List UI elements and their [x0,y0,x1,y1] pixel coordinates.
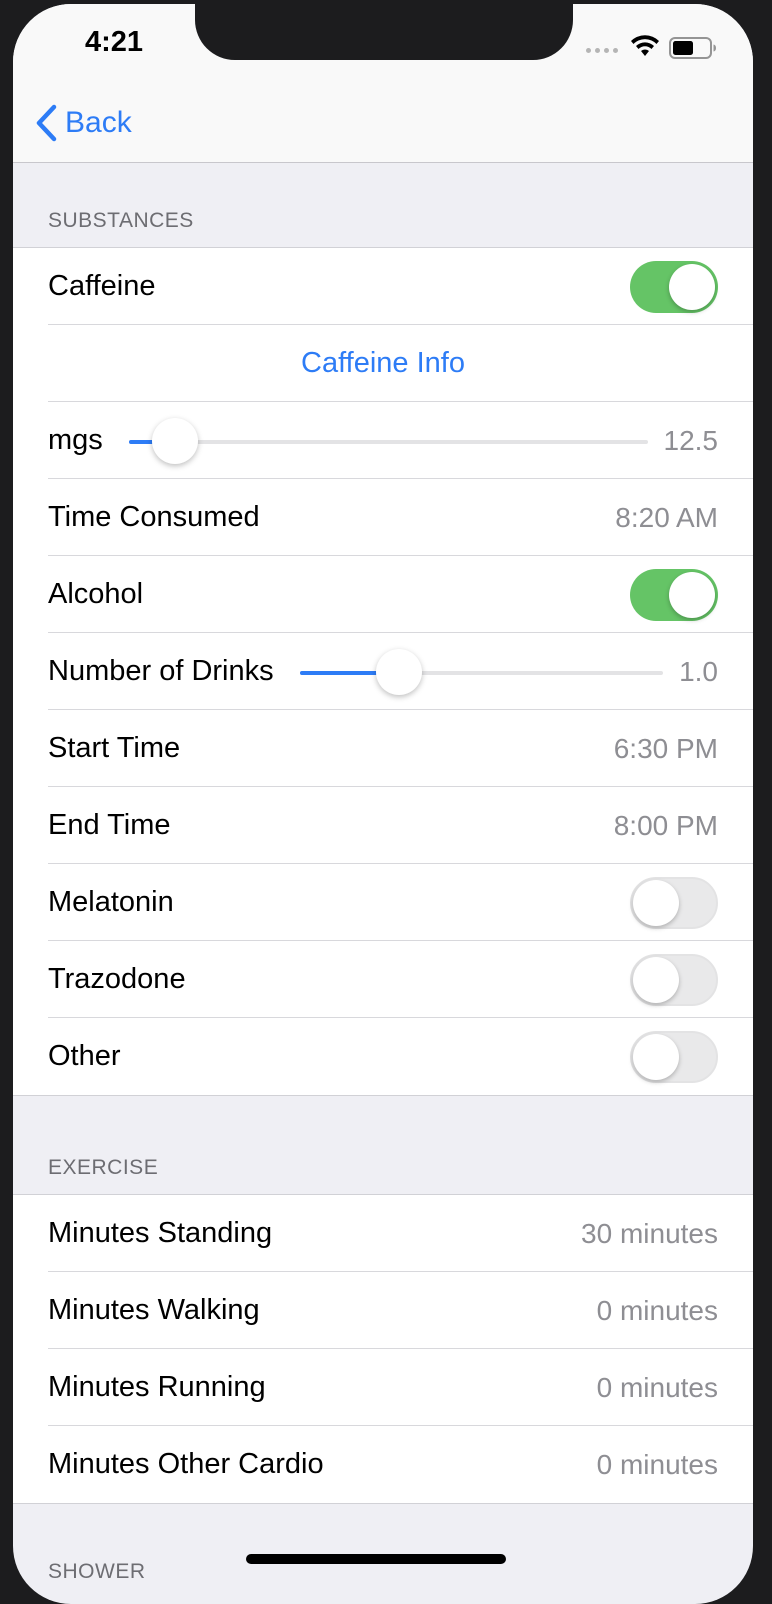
caffeine-info-button[interactable]: Caffeine Info [48,347,718,380]
drinks-row: Number of Drinks 1.0 [13,633,753,710]
slider-thumb[interactable] [375,648,422,695]
caffeine-label: Caffeine [48,270,156,302]
mgs-label: mgs [48,424,103,456]
time-consumed-value[interactable]: 8:20 AM [615,502,718,534]
minutes-other-cardio-row[interactable]: Minutes Other Cardio 0 minutes [13,1426,753,1503]
device-notch [195,4,573,60]
start-time-row[interactable]: Start Time 6:30 PM [13,710,753,787]
toggle-knob [633,879,679,926]
minutes-running-value[interactable]: 0 minutes [597,1372,718,1404]
mgs-value: 12.5 [663,424,719,456]
section-header-exercise: EXERCISE [48,1156,159,1179]
start-time-label: Start Time [48,732,181,764]
app-screen: 4:21 Back SUBSTANCES Caffeine Caffeine I… [13,4,753,1604]
drinks-label: Number of Drinks [48,655,274,687]
toggle-knob [669,571,715,618]
toggle-knob [669,263,715,310]
toggle-knob [633,1033,679,1080]
back-button[interactable]: Back [35,104,132,142]
time-consumed-row[interactable]: Time Consumed 8:20 AM [13,479,753,556]
trazodone-toggle[interactable] [630,953,718,1006]
minutes-walking-label: Minutes Walking [48,1294,260,1326]
mgs-row: mgs 12.5 [13,402,753,479]
trazodone-label: Trazodone [48,963,186,995]
minutes-walking-row[interactable]: Minutes Walking 0 minutes [13,1272,753,1349]
caffeine-toggle[interactable] [630,260,718,313]
minutes-standing-value[interactable]: 30 minutes [581,1218,718,1250]
mgs-slider[interactable] [128,417,648,464]
trazodone-row: Trazodone [13,941,753,1018]
drinks-slider[interactable] [299,648,664,695]
status-time: 4:21 [85,26,144,58]
other-row: Other [13,1018,753,1095]
end-time-value[interactable]: 8:00 PM [614,810,718,842]
melatonin-label: Melatonin [48,886,174,918]
other-label: Other [48,1040,121,1072]
alcohol-row: Alcohol [13,556,753,633]
caffeine-row: Caffeine [13,248,753,325]
end-time-row[interactable]: End Time 8:00 PM [13,787,753,864]
minutes-standing-label: Minutes Standing [48,1217,273,1249]
alcohol-label: Alcohol [48,578,144,610]
time-consumed-label: Time Consumed [48,501,260,533]
end-time-label: End Time [48,809,171,841]
section-header-shower: SHOWER [48,1560,146,1583]
navigation-header: 4:21 Back [13,4,753,163]
caffeine-info-row: Caffeine Info [13,325,753,402]
minutes-running-row[interactable]: Minutes Running 0 minutes [13,1349,753,1426]
back-label: Back [65,106,132,139]
slider-thumb[interactable] [152,417,199,464]
cellular-signal-icon [586,48,618,53]
minutes-walking-value[interactable]: 0 minutes [597,1295,718,1327]
melatonin-toggle[interactable] [630,876,718,929]
alcohol-toggle[interactable] [630,568,718,621]
substances-group: Caffeine Caffeine Info mgs 12.5 Time Con… [13,247,753,1096]
wifi-icon [631,35,659,56]
toggle-knob [633,956,679,1003]
slider-track [128,439,648,444]
other-toggle[interactable] [630,1030,718,1083]
drinks-value: 1.0 [679,655,718,687]
home-indicator[interactable] [246,1554,506,1564]
chevron-left-icon [36,104,57,142]
section-header-substances: SUBSTANCES [48,209,194,232]
minutes-running-label: Minutes Running [48,1371,266,1403]
minutes-other-cardio-value[interactable]: 0 minutes [597,1449,718,1481]
exercise-group: Minutes Standing 30 minutes Minutes Walk… [13,1194,753,1504]
battery-icon [669,37,716,59]
melatonin-row: Melatonin [13,864,753,941]
minutes-other-cardio-label: Minutes Other Cardio [48,1448,324,1480]
minutes-standing-row[interactable]: Minutes Standing 30 minutes [13,1195,753,1272]
start-time-value[interactable]: 6:30 PM [614,733,718,765]
